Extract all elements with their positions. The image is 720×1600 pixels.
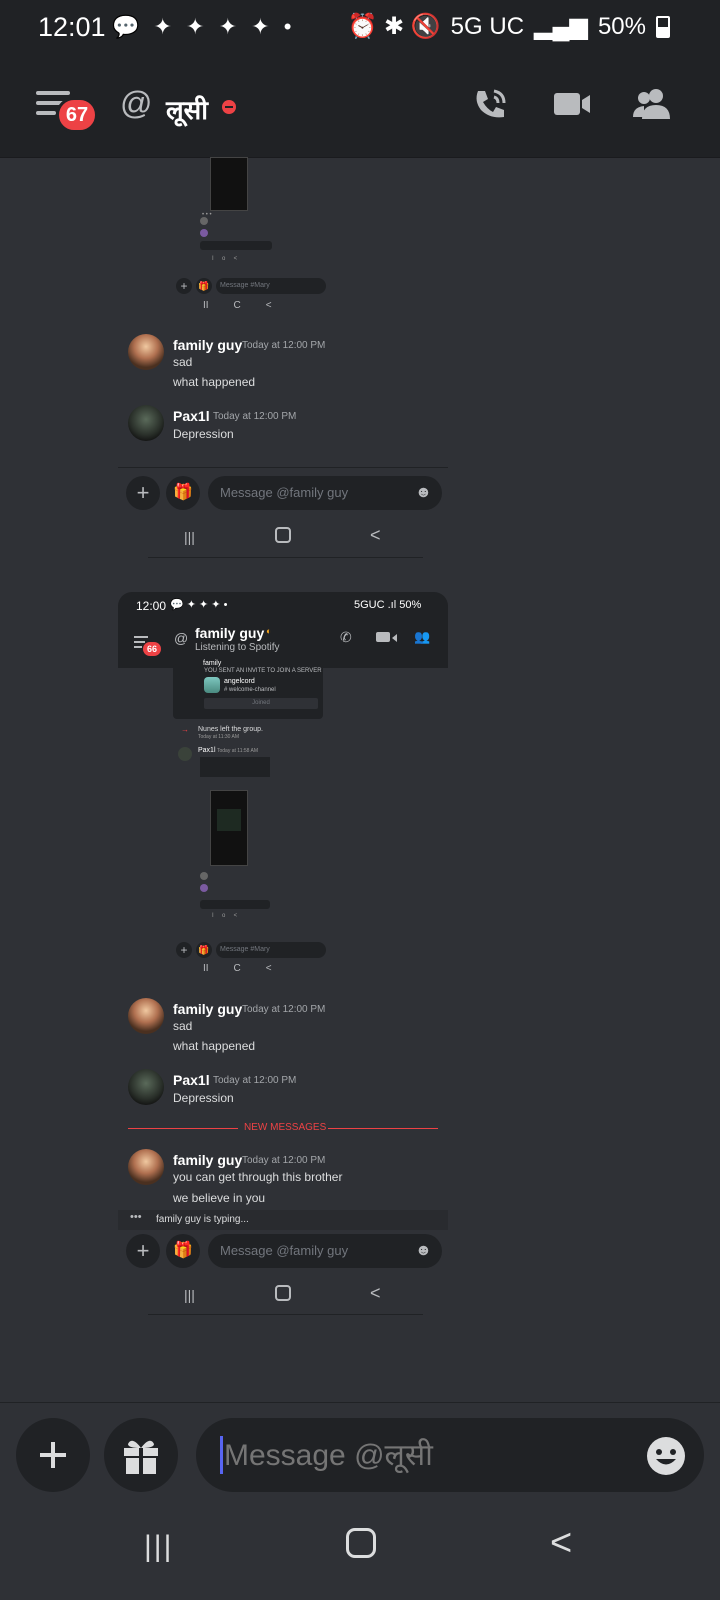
phone-icon[interactable] [470,85,510,125]
message-time: Today at 12:00 PM [242,1004,326,1015]
idle-status-icon: ◐ [266,626,272,636]
message-text: Depression [173,1091,234,1105]
tiny-screenshot [200,757,270,777]
battery-icon [656,15,670,38]
tiny-avatar [200,229,208,237]
at-icon: @ [120,85,153,121]
mini-status-time: 12:00 [136,599,167,613]
mini-add-button: + [176,942,192,958]
mini-input: Message #Mary [216,942,326,958]
members-icon[interactable] [632,87,672,121]
message-text: what happened [173,375,256,389]
home-button[interactable] [346,1528,376,1558]
tiny-avatar [178,747,192,761]
video-icon[interactable] [552,89,592,119]
new-messages-divider: NEW MESSAGES [244,1122,327,1133]
avatar [128,998,164,1034]
network-label: 5G UC [450,12,525,40]
tiny-input [200,241,272,250]
gift-button[interactable] [104,1418,178,1492]
message-time: Today at 12:00 PM [242,340,326,351]
channel-header: 67 @ लूसी [0,55,720,158]
typing-indicator: ••• family guy is typing... [118,1210,448,1230]
signal-icon: ▂▄▆ [534,13,588,40]
message-composer[interactable] [196,1418,704,1492]
mini-phone-icon: ✆ [340,629,352,645]
mini-unread-badge: 66 [143,642,161,656]
status-time: 12:01 [38,12,106,42]
navigation-bar: ||| < [0,1500,720,1600]
recents-icon: ||| [184,1287,195,1303]
gift-icon: 🎁 [166,476,200,510]
message-input: Message @family guy [208,1234,442,1268]
tiny-phone-image [210,157,248,211]
mini-at-icon: @ [174,630,189,646]
server-icon [204,677,220,693]
system-message: Nunes left the group. [198,726,263,733]
mini-members-icon: 👥 [414,629,431,644]
gift-icon [124,1440,158,1474]
message-text: you can get through this brother [173,1170,343,1184]
recents-icon: ||| [184,529,195,545]
message-author: Pax1l [173,1072,210,1088]
avatar [128,405,164,441]
message-time: Today at 12:00 PM [213,411,297,422]
message-author: Pax1l [173,408,210,424]
message-time: Today at 12:00 PM [213,1075,297,1086]
mini-input: Message #Mary [216,278,326,294]
status-right: ⏰ ✱ 🔇 5G UC ▂▄▆ 50% [347,12,670,41]
dnd-status-icon [222,100,236,114]
message-input: Message @family guy [208,476,442,510]
add-attachment-button[interactable] [16,1418,90,1492]
unread-badge: 67 [56,97,98,133]
message-text: Depression [173,427,234,441]
plus-icon [40,1442,66,1468]
mini-subtitle: Listening to Spotify [195,642,280,653]
mini-status-right: 5GUC .ıl 50% [354,599,422,611]
back-icon: < [370,1283,381,1303]
status-bar: 12:01 💬 ✦ ✦ ✦ ✦ • ⏰ ✱ 🔇 5G UC ▂▄▆ 50% [0,0,720,55]
emoji-icon: ☻ [415,1242,432,1259]
gift-icon: 🎁 [166,1234,200,1268]
message-text: we believe in you [173,1191,266,1205]
message-author: family guy [173,337,243,353]
tiny-input [200,900,270,909]
mini-title: family guy [195,625,265,641]
avatar [128,1149,164,1185]
tiny-phone-image [210,790,248,866]
attached-screenshot-1[interactable]: • • • I o < + 🎁 Message #Mary II C < fam… [118,157,448,569]
home-icon [275,1285,291,1301]
battery-label: 50% [597,12,646,40]
attached-screenshot-2[interactable]: 12:00 💬 ✦ ✦ ✦ • 5GUC .ıl 50% 66 @ family… [118,592,448,1344]
message-text: what happened [173,1039,256,1053]
mini-header: 12:00 💬 ✦ ✦ ✦ • 5GUC .ıl 50% 66 @ family… [118,592,448,668]
page-title: लूसी [166,95,208,125]
message-text: sad [173,1019,193,1033]
add-button: + [126,1234,160,1268]
avatar [128,334,164,370]
emoji-icon[interactable] [646,1436,686,1476]
mini-gift-icon: 🎁 [196,942,212,958]
notification-icons: 💬 ✦ ✦ ✦ ✦ • [112,14,296,39]
add-button: + [126,476,160,510]
back-button[interactable]: < [550,1522,572,1565]
invite-card: family YOU SENT AN INVITE TO JOIN A SERV… [173,660,323,719]
emoji-icon: ☻ [415,484,432,501]
mini-add-button: + [176,278,192,294]
status-icons: ⏰ ✱ 🔇 [347,13,441,40]
back-icon: < [370,525,381,545]
recents-button[interactable]: ||| [144,1530,173,1564]
message-input[interactable] [222,1432,616,1480]
mini-notif-icons: 💬 ✦ ✦ ✦ • [170,599,228,611]
message-time: Today at 12:00 PM [242,1155,326,1166]
message-author: family guy [173,1001,243,1017]
mini-video-icon [376,632,390,642]
home-icon [275,527,291,543]
message-text: sad [173,355,193,369]
mini-gift-icon: 🎁 [196,278,212,294]
avatar [128,1069,164,1105]
tiny-avatar [200,217,208,225]
message-author: family guy [173,1152,243,1168]
joined-button: Joined [204,698,318,709]
